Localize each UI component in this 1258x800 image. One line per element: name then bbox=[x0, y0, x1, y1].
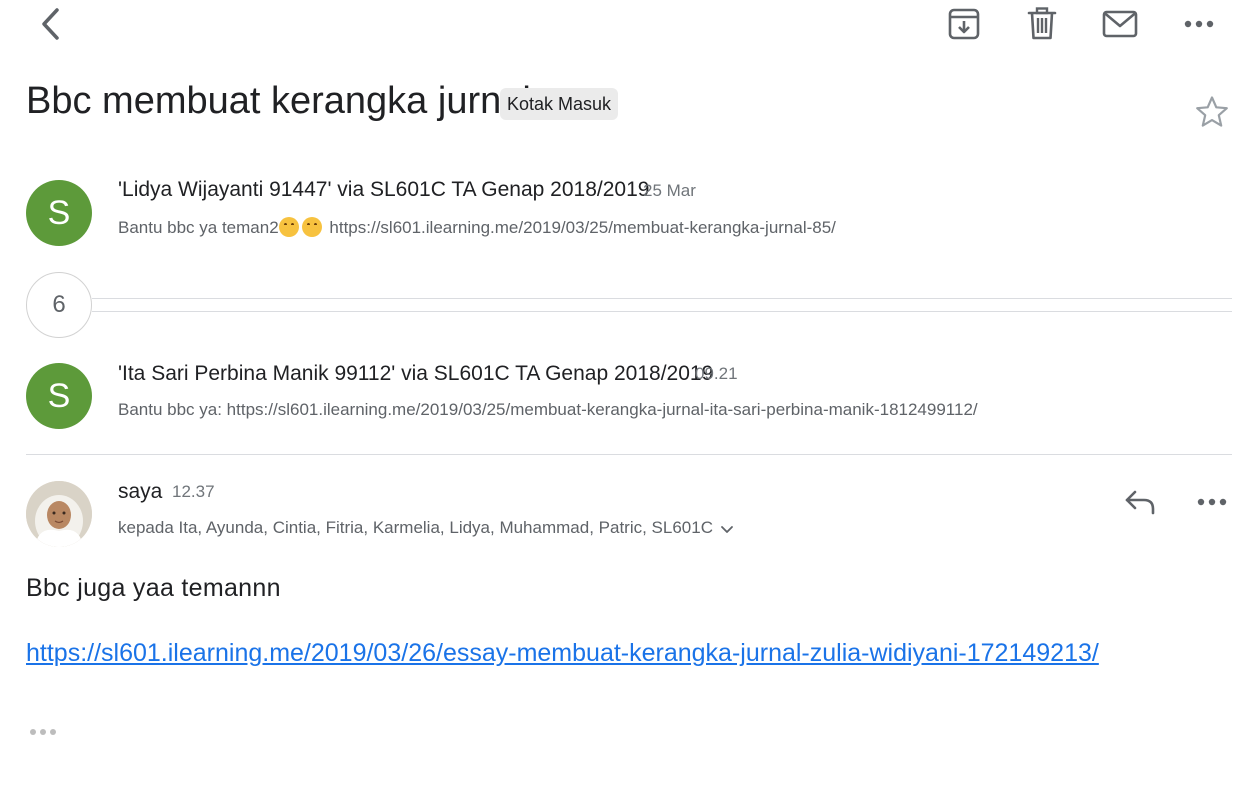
star-outline-icon bbox=[1196, 96, 1228, 127]
chevron-down-icon bbox=[721, 525, 733, 533]
collapsed-divider-bottom bbox=[92, 311, 1232, 312]
message-body-text: Bbc juga yaa temannn bbox=[26, 574, 281, 602]
reply-icon bbox=[1125, 490, 1155, 515]
ellipsis-icon bbox=[30, 729, 56, 735]
sender-name: saya bbox=[118, 480, 163, 503]
message-snippet: Bantu bbc ya: https://sl601.ilearning.me… bbox=[118, 400, 978, 419]
snippet-link-text: https://sl601.ilearning.me/2019/03/25/me… bbox=[324, 218, 836, 237]
sender-name: 'Ita Sari Perbina Manik 99112' via SL601… bbox=[118, 362, 714, 385]
message-more-button[interactable] bbox=[1192, 482, 1232, 522]
recipients-toggle[interactable]: kepada Ita, Ayunda, Cintia, Fitria, Karm… bbox=[118, 518, 734, 538]
avatar: S bbox=[26, 363, 92, 429]
message-divider bbox=[26, 454, 1232, 455]
mail-icon bbox=[1102, 10, 1138, 38]
message-time: 12.37 bbox=[172, 482, 215, 501]
recipients-text: kepada Ita, Ayunda, Cintia, Fitria, Karm… bbox=[118, 518, 713, 537]
chevron-left-icon bbox=[42, 8, 59, 40]
avatar: S bbox=[26, 180, 92, 246]
message-time: 25 Mar bbox=[643, 181, 696, 200]
user-photo-icon bbox=[26, 481, 92, 547]
collapsed-messages-count[interactable]: 6 bbox=[26, 272, 92, 338]
mark-unread-button[interactable] bbox=[1100, 4, 1140, 44]
thread-subject: Bbc membuat kerangka jurnal bbox=[26, 80, 531, 122]
smiling-face-emoji-icon bbox=[301, 217, 322, 237]
back-button[interactable] bbox=[30, 4, 70, 44]
avatar-letter: S bbox=[47, 193, 71, 232]
avatar-letter: S bbox=[47, 376, 71, 415]
archive-button[interactable] bbox=[944, 4, 984, 44]
smiling-face-emoji-icon bbox=[278, 217, 299, 237]
more-options-button[interactable] bbox=[1179, 4, 1219, 44]
message-snippet: Bantu bbc ya teman2 https://sl601.ilearn… bbox=[118, 217, 836, 238]
archive-icon bbox=[948, 8, 980, 40]
collapsed-divider-top bbox=[92, 298, 1232, 299]
message-body-link[interactable]: https://sl601.ilearning.me/2019/03/26/es… bbox=[26, 639, 1099, 668]
star-button[interactable] bbox=[1192, 92, 1232, 132]
snippet-text: Bantu bbc ya teman2 bbox=[118, 218, 279, 237]
avatar[interactable] bbox=[26, 481, 92, 547]
message-time: 09.21 bbox=[695, 364, 738, 383]
show-trimmed-content-button[interactable] bbox=[26, 720, 60, 744]
delete-button[interactable] bbox=[1022, 4, 1062, 44]
sender-name: 'Lidya Wijayanti 91447' via SL601C TA Ge… bbox=[118, 178, 650, 201]
trash-icon bbox=[1027, 7, 1057, 40]
more-horizontal-icon bbox=[1197, 498, 1227, 506]
label-chip-inbox[interactable]: Kotak Masuk bbox=[500, 88, 619, 120]
reply-button[interactable] bbox=[1120, 482, 1160, 522]
more-horizontal-icon bbox=[1184, 20, 1214, 28]
